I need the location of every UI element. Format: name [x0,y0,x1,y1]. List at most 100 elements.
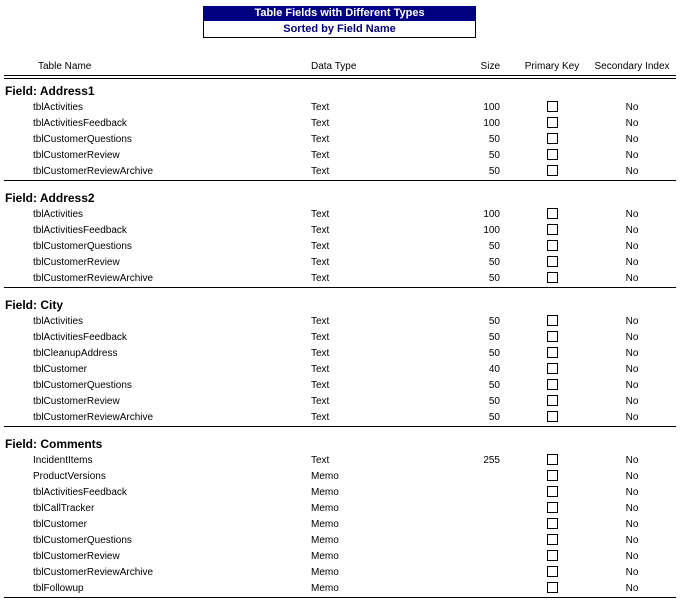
primary-key-checkbox[interactable] [546,485,558,497]
cell-table-name: tblCustomerReviewArchive [33,412,154,423]
cell-secondary-index: No [625,150,639,161]
table-row: tblCustomerReview Text 50 No [0,148,682,164]
cell-table-name: tblCustomerReview [33,150,120,161]
cell-table-name: tblCustomerReviewArchive [33,567,154,578]
cell-data-type: Text [311,150,330,161]
cell-data-type: Memo [311,471,339,482]
primary-key-checkbox[interactable] [546,116,558,128]
cell-table-name: tblCustomerReview [33,551,120,562]
primary-key-checkbox[interactable] [546,410,558,422]
cell-secondary-index: No [625,316,639,327]
column-header-table-name: Table Name [38,61,92,72]
cell-primary-key [522,346,582,362]
table-row: tblActivities Text 100 No [0,100,682,116]
cell-table-name: tblActivitiesFeedback [33,332,127,343]
cell-secondary-index: No [625,102,639,113]
cell-table-name: tblCustomerReview [33,396,120,407]
primary-key-checkbox[interactable] [546,581,558,593]
cell-primary-key [522,132,582,148]
cell-data-type: Text [311,209,330,220]
primary-key-checkbox[interactable] [546,330,558,342]
cell-data-type: Text [311,332,330,343]
cell-table-name: tblFollowup [33,583,84,594]
column-header-data-type: Data Type [311,61,357,72]
primary-key-checkbox[interactable] [546,549,558,561]
table-row: tblCustomerQuestions Memo No [0,533,682,549]
primary-key-checkbox[interactable] [546,223,558,235]
primary-key-checkbox[interactable] [546,255,558,267]
cell-data-type: Text [311,412,330,423]
cell-primary-key [522,116,582,132]
cell-secondary-index: No [625,273,639,284]
cell-data-type: Text [311,134,330,145]
report-title-block: Table Fields with Different Types Sorted… [203,6,476,38]
table-row: ProductVersions Memo No [0,469,682,485]
primary-key-checkbox[interactable] [546,453,558,465]
cell-table-name: tblCustomerQuestions [33,380,132,391]
cell-table-name: tblActivities [33,316,84,327]
primary-key-checkbox[interactable] [546,148,558,160]
cell-secondary-index: No [625,583,639,594]
primary-key-checkbox[interactable] [546,100,558,112]
cell-data-type: Memo [311,535,339,546]
primary-key-checkbox[interactable] [546,394,558,406]
cell-table-name: IncidentItems [33,455,93,466]
table-row: tblCleanupAddress Text 50 No [0,346,682,362]
cell-data-type: Memo [311,503,339,514]
table-row: IncidentItems Text 255 No [0,453,682,469]
primary-key-checkbox[interactable] [546,469,558,481]
cell-secondary-index: No [625,471,639,482]
cell-secondary-index: No [625,503,639,514]
primary-key-checkbox[interactable] [546,533,558,545]
table-row: tblCustomerReviewArchive Memo No [0,565,682,581]
primary-key-checkbox[interactable] [546,164,558,176]
cell-size: 50 [488,380,500,391]
primary-key-checkbox[interactable] [546,565,558,577]
field-group-header: Field: Address1 [5,84,95,98]
cell-secondary-index: No [625,241,639,252]
cell-primary-key [522,378,582,394]
cell-secondary-index: No [625,332,639,343]
cell-data-type: Text [311,273,330,284]
primary-key-checkbox[interactable] [546,346,558,358]
table-row: tblCustomerReview Memo No [0,549,682,565]
table-row: tblActivitiesFeedback Memo No [0,485,682,501]
primary-key-checkbox[interactable] [546,271,558,283]
primary-key-checkbox[interactable] [546,132,558,144]
cell-secondary-index: No [625,396,639,407]
cell-table-name: tblCustomer [33,519,87,530]
cell-table-name: tblCallTracker [33,503,95,514]
cell-primary-key [522,271,582,287]
cell-size: 50 [488,241,500,252]
table-row: tblCallTracker Memo No [0,501,682,517]
cell-size: 100 [483,209,500,220]
cell-data-type: Text [311,396,330,407]
table-row: tblCustomerQuestions Text 50 No [0,378,682,394]
cell-data-type: Memo [311,487,339,498]
cell-data-type: Text [311,118,330,129]
cell-table-name: tblCleanupAddress [33,348,118,359]
primary-key-checkbox[interactable] [546,207,558,219]
cell-primary-key [522,565,582,581]
cell-data-type: Text [311,166,330,177]
table-row: tblCustomer Memo No [0,517,682,533]
primary-key-checkbox[interactable] [546,362,558,374]
primary-key-checkbox[interactable] [546,501,558,513]
cell-data-type: Text [311,364,330,375]
primary-key-checkbox[interactable] [546,378,558,390]
cell-primary-key [522,533,582,549]
primary-key-checkbox[interactable] [546,314,558,326]
field-group-header: Field: City [5,298,64,312]
table-row: tblCustomerReviewArchive Text 50 No [0,410,682,426]
primary-key-checkbox[interactable] [546,517,558,529]
cell-primary-key [522,469,582,485]
cell-secondary-index: No [625,519,639,530]
table-row: tblActivitiesFeedback Text 50 No [0,330,682,346]
cell-size: 50 [488,257,500,268]
cell-size: 255 [483,455,500,466]
cell-secondary-index: No [625,348,639,359]
primary-key-checkbox[interactable] [546,239,558,251]
table-row: tblCustomerReviewArchive Text 50 No [0,164,682,180]
group-divider [4,597,676,598]
